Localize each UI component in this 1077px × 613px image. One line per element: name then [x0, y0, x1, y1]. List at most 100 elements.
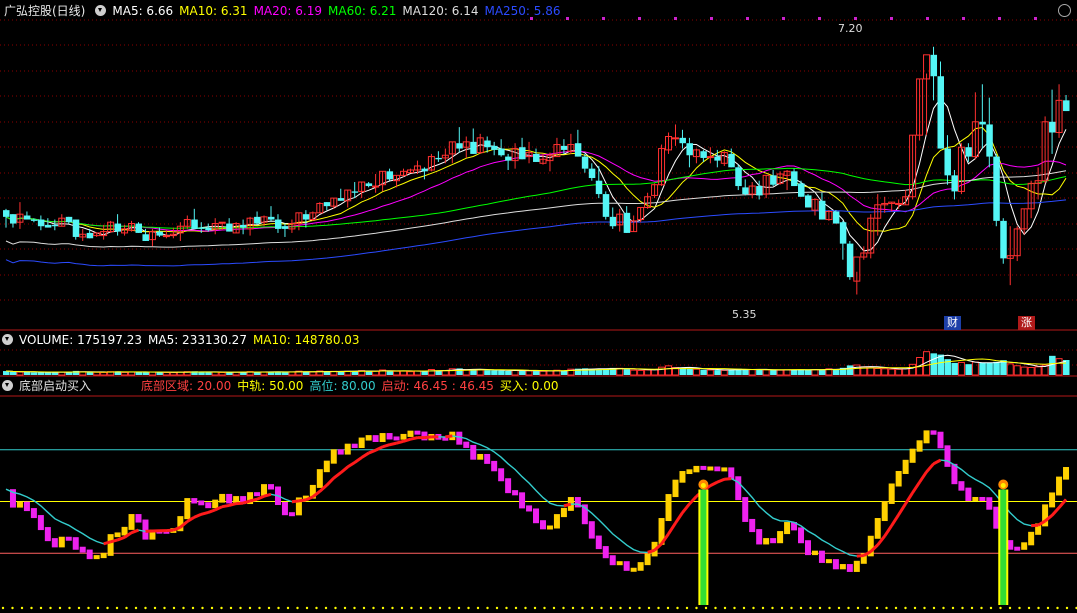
- oscillator-step: [944, 445, 951, 467]
- bottom-dot: [96, 606, 100, 610]
- bottom-dot: [562, 606, 565, 610]
- candle: [491, 141, 498, 156]
- volume-bar: [498, 370, 505, 375]
- oscillator-step: [107, 534, 114, 556]
- oscillator-step: [1049, 492, 1056, 508]
- signal-rising-segment: [918, 471, 928, 484]
- oscillator-step: [407, 430, 414, 437]
- oscillator-step: [539, 520, 546, 530]
- oscillator-step: [1014, 546, 1021, 551]
- oscillator-step: [707, 466, 714, 471]
- oscillator-step: [770, 538, 777, 544]
- signal-rising-segment: [396, 439, 404, 445]
- bottom-dot: [201, 606, 204, 610]
- volume-bar: [135, 372, 143, 375]
- settings-toggle-icon[interactable]: [95, 5, 107, 16]
- stock-chart-window[interactable]: 广弘控股(日线) MA5: 6.66 MA10: 6.31 MA20: 6.19 MA6…: [0, 0, 1077, 613]
- candle: [58, 214, 66, 227]
- candle: [406, 168, 414, 174]
- signal-rising-segment: [716, 477, 725, 484]
- bottom-dot: [286, 606, 290, 610]
- oscillator-step: [393, 436, 400, 441]
- bottom-dot: [600, 606, 603, 610]
- top-marker: [638, 17, 641, 20]
- oscillator-step: [30, 508, 37, 519]
- candle-body-down: [498, 148, 505, 156]
- candle-body-down: [240, 224, 247, 228]
- candle-body-down: [65, 216, 73, 223]
- indicator-series: [0, 430, 1077, 605]
- oscillator-step: [714, 466, 721, 472]
- candle: [1006, 226, 1014, 286]
- bottom-dot: [923, 606, 926, 610]
- candle-body-up: [162, 235, 170, 238]
- volume-bar: [121, 371, 129, 376]
- oscillator-step: [609, 555, 616, 566]
- candle-body-down: [804, 195, 812, 208]
- bottom-dot: [894, 606, 898, 610]
- indicator-label: 中轨: 50.00: [237, 379, 304, 393]
- signal-rising-segment: [200, 511, 209, 516]
- candle-body-down: [9, 214, 17, 224]
- candle: [281, 223, 289, 237]
- bottom-dot: [619, 606, 622, 610]
- bottom-dot: [961, 606, 964, 610]
- oscillator-step: [637, 562, 644, 571]
- volume-bar: [128, 371, 136, 376]
- rise-event-badge[interactable]: 涨: [1018, 316, 1035, 330]
- candle-body-down: [435, 157, 442, 160]
- oscillator-step: [463, 441, 470, 448]
- volume-toggle-icon[interactable]: [2, 334, 13, 345]
- bottom-dot: [324, 606, 328, 610]
- candle-body-down: [602, 194, 610, 217]
- volume-bars: [3, 351, 1070, 376]
- oscillator-step: [693, 465, 700, 473]
- candle: [692, 148, 700, 164]
- oscillator-step: [965, 487, 972, 502]
- bottom-dot: [419, 606, 423, 610]
- volume-bar: [156, 372, 163, 375]
- bottom-dot: [514, 606, 518, 610]
- bottom-dot: [400, 606, 404, 610]
- finance-event-badge[interactable]: 财: [944, 316, 961, 330]
- candle: [993, 153, 1000, 227]
- bottom-dot: [1056, 606, 1059, 610]
- candle-body-down: [1000, 220, 1007, 259]
- candle: [114, 214, 122, 236]
- top-marker: [602, 17, 605, 20]
- bottom-dot: [828, 606, 831, 610]
- chart-canvas[interactable]: [0, 0, 1077, 613]
- candle: [1063, 94, 1070, 112]
- bottom-dot: [524, 606, 527, 610]
- candle-body-down: [226, 223, 233, 232]
- candle-body-down: [965, 147, 972, 157]
- volume-bar: [874, 368, 882, 376]
- signal-rising-segment: [221, 503, 230, 509]
- candle-body-down: [519, 147, 526, 160]
- candle: [637, 206, 645, 223]
- oscillator-step: [763, 538, 770, 545]
- volume-bar: [1055, 358, 1063, 376]
- candle: [770, 169, 777, 187]
- candle-body-down: [581, 156, 589, 169]
- bottom-dot: [334, 606, 337, 610]
- candle: [365, 182, 373, 188]
- oscillator-step: [1021, 542, 1028, 550]
- oscillator-step: [316, 469, 323, 488]
- indicator-toggle-icon[interactable]: [2, 380, 13, 391]
- oscillator-step: [79, 546, 86, 553]
- bottom-dot: [932, 606, 936, 610]
- bottom-dot: [49, 606, 52, 610]
- bottom-dot: [989, 606, 993, 610]
- candle: [456, 127, 463, 153]
- oscillator-step: [1063, 467, 1070, 480]
- candle: [9, 214, 17, 228]
- oscillator-step: [372, 435, 379, 442]
- candle: [874, 194, 882, 236]
- signal-rising-segment: [346, 461, 356, 469]
- volume-bar: [700, 369, 707, 375]
- volume-bar: [965, 364, 972, 375]
- volume-bar: [218, 372, 226, 376]
- panel-close-icon[interactable]: [1058, 4, 1071, 17]
- oscillator-step: [972, 496, 979, 502]
